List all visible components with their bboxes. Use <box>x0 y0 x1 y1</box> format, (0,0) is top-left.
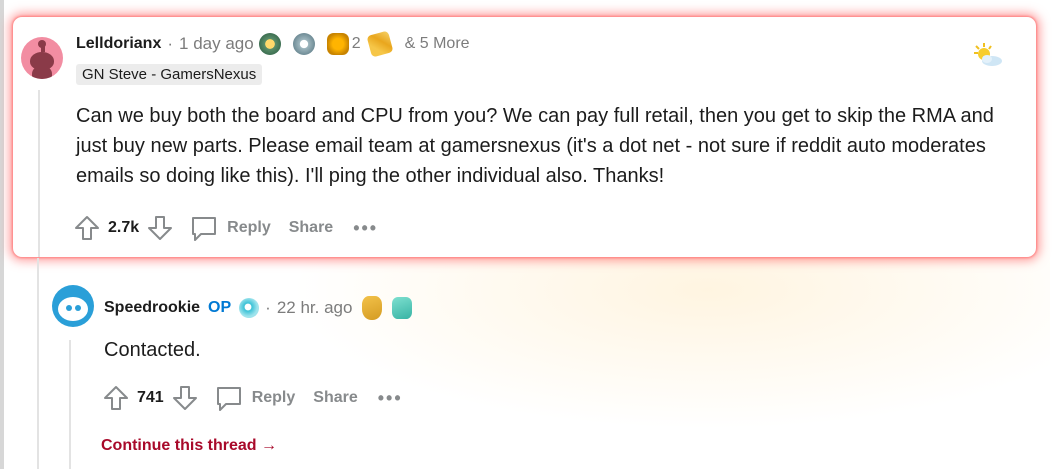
sun-cloud-award-icon[interactable] <box>970 42 1004 68</box>
op-badge: OP <box>208 299 232 316</box>
reply-label: Reply <box>251 389 296 406</box>
username[interactable]: Speedrookie <box>104 299 200 317</box>
timestamp[interactable]: 1 day ago <box>179 34 254 54</box>
timestamp[interactable]: 22 hr. ago <box>277 298 353 318</box>
reply-body: Contacted. <box>104 339 201 361</box>
reply-button[interactable]: Reply <box>214 383 296 413</box>
more-options-button[interactable]: ••• <box>353 218 378 239</box>
reply-bubble-icon <box>216 387 241 411</box>
comment-actions: 2.7k Reply Share ••• <box>72 213 378 243</box>
thread-line[interactable] <box>69 340 71 469</box>
upvote-icon[interactable] <box>101 383 131 413</box>
avatar[interactable] <box>21 37 63 79</box>
reply-meta: Speedrookie OP · 22 hr. ago <box>104 296 413 320</box>
more-awards-link[interactable]: & 5 More <box>405 35 470 53</box>
share-button[interactable]: Share <box>313 389 357 407</box>
arrow-right-icon: → <box>261 437 278 454</box>
downvote-icon[interactable] <box>145 213 175 243</box>
reply-actions: 741 Reply Share ••• <box>101 383 403 413</box>
share-button[interactable]: Share <box>289 219 333 237</box>
downvote-icon[interactable] <box>170 383 200 413</box>
separator: · <box>265 298 271 317</box>
award-count: 2 <box>351 35 361 52</box>
award-icon[interactable] <box>392 297 413 319</box>
award-icon[interactable] <box>366 30 394 58</box>
left-border <box>0 0 4 469</box>
avatar[interactable] <box>52 285 94 327</box>
award-icon[interactable] <box>292 33 315 55</box>
reply-bubble-icon <box>192 217 217 241</box>
award-icon[interactable] <box>362 296 383 320</box>
thread-line[interactable] <box>38 90 40 257</box>
comment-body: Can we buy both the board and CPU from y… <box>76 105 994 187</box>
username[interactable]: Lelldorianx <box>76 35 161 53</box>
separator: · <box>167 34 174 53</box>
upvote-icon[interactable] <box>72 213 102 243</box>
comment-meta: Lelldorianx · 1 day ago 2 & 5 More <box>76 30 470 58</box>
vote-score: 2.7k <box>108 219 140 236</box>
thread-line[interactable] <box>37 258 39 469</box>
user-icon <box>239 298 260 318</box>
user-flair: GN Steve - GamersNexus <box>76 64 263 85</box>
reply-button[interactable]: Reply <box>189 213 271 243</box>
vote-score: 741 <box>137 389 164 406</box>
highlighted-comment: Lelldorianx · 1 day ago 2 & 5 More GN St… <box>13 17 1036 257</box>
reply-label: Reply <box>227 219 271 236</box>
award-icon[interactable] <box>326 33 349 55</box>
more-options-button[interactable]: ••• <box>378 388 403 409</box>
continue-thread-label: Continue this thread <box>101 437 257 454</box>
background-glow <box>290 230 1050 430</box>
award-icon[interactable] <box>258 33 281 55</box>
continue-thread-link[interactable]: Continue this thread → <box>101 437 277 455</box>
